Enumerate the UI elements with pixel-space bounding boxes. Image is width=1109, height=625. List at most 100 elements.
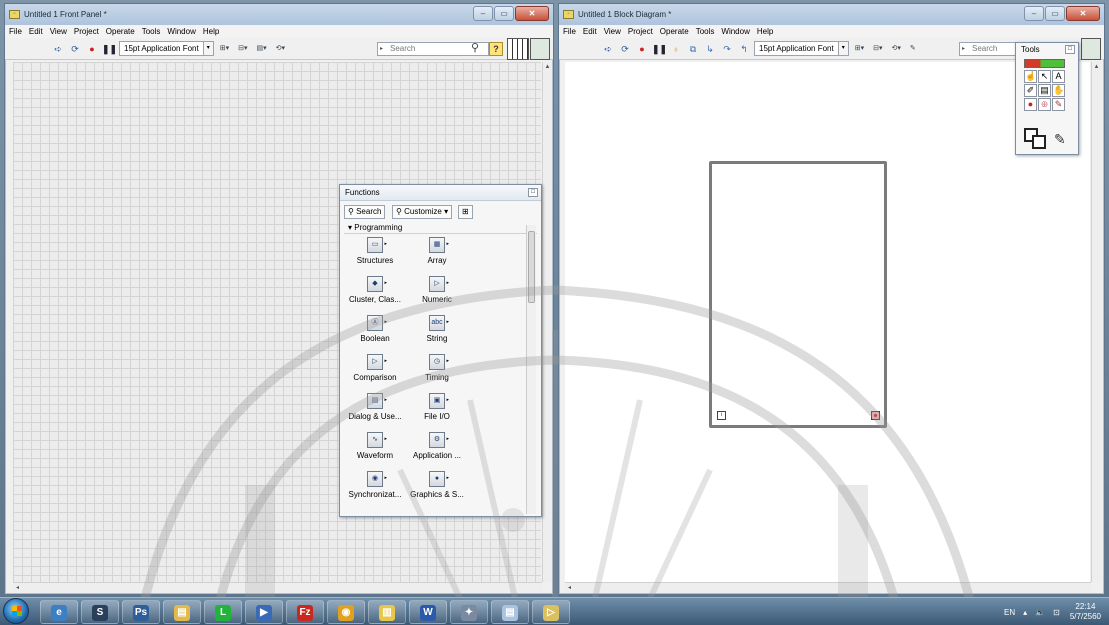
taskbar-photoshop-button[interactable]: Ps	[122, 600, 160, 624]
palette-item-string[interactable]: abc ▸ String	[408, 315, 466, 343]
palette-item-dialog[interactable]: ▤ ▸ Dialog & Use...	[346, 393, 404, 421]
reorder-icon[interactable]: ⟲▾	[273, 41, 288, 56]
connect-wire-tool-icon[interactable]: ✐	[1024, 84, 1037, 97]
menu-tools[interactable]: Tools	[142, 27, 161, 36]
highlight-execution-icon[interactable]: ♁	[669, 42, 683, 56]
start-button[interactable]	[3, 598, 29, 624]
align-objects-icon[interactable]: ⊞▾	[217, 41, 232, 56]
taskbar-tools-button[interactable]: ✦	[450, 600, 488, 624]
set-color-tool-icon[interactable]	[1024, 128, 1050, 150]
maximize-button[interactable]: ▭	[494, 6, 514, 21]
palette-item-application[interactable]: ⚙ ▸ Application ...	[408, 432, 466, 460]
language-indicator[interactable]: EN	[1004, 608, 1015, 617]
abort-icon[interactable]: ●	[85, 42, 99, 56]
automatic-tool-selection-icon[interactable]	[1024, 59, 1065, 68]
resize-objects-icon[interactable]: ▤▾	[254, 41, 270, 56]
probe-tool-icon[interactable]: ⊕	[1038, 98, 1051, 111]
align-objects-icon[interactable]: ⊞▾	[852, 41, 867, 56]
clock[interactable]: 22:14 5/7/2560	[1070, 602, 1101, 622]
maximize-button[interactable]: ▭	[1045, 6, 1065, 21]
pause-icon[interactable]: ❚❚	[652, 42, 667, 56]
step-out-icon[interactable]: ↰	[737, 42, 751, 56]
menu-window[interactable]: Window	[721, 27, 749, 36]
palette-item-numeric[interactable]: ▷ ▸ Numeric	[408, 276, 466, 304]
menu-file[interactable]: File	[9, 27, 22, 36]
palette-item-graphics[interactable]: ● ▸ Graphics & S...	[408, 471, 466, 499]
taskbar-media-button[interactable]: ▶	[245, 600, 283, 624]
network-icon[interactable]: ⊡	[1053, 608, 1060, 617]
palette-item-array[interactable]: ▦ ▸ Array	[408, 237, 466, 265]
minimize-button[interactable]: –	[473, 6, 493, 21]
functions-palette[interactable]: Functions □ ⚲ Search ⚲ Customize ▾ ⊞ ▾ P…	[339, 184, 542, 517]
taskbar-labview-button[interactable]: ▥	[368, 600, 406, 624]
retain-wire-values-icon[interactable]: ⧉	[686, 42, 700, 56]
step-over-icon[interactable]: ↷	[720, 42, 734, 56]
run-continuously-icon[interactable]: ⟳	[68, 42, 82, 56]
palette-scroll-thumb[interactable]	[528, 231, 535, 303]
scroll-window-tool-icon[interactable]: ✋	[1052, 84, 1065, 97]
functions-palette-close-icon[interactable]: □	[528, 188, 538, 197]
menu-project[interactable]: Project	[74, 27, 99, 36]
front-panel-vertical-scrollbar[interactable]: ▲	[542, 62, 552, 582]
menu-operate[interactable]: Operate	[660, 27, 689, 36]
taskbar-chrome-button[interactable]: ◉	[327, 600, 365, 624]
palette-item-cluster[interactable]: ◆ ▸ Cluster, Clas...	[346, 276, 404, 304]
while-loop[interactable]: i	[709, 161, 887, 428]
block-diagram-horizontal-scrollbar[interactable]: ◂	[565, 582, 1091, 592]
menu-view[interactable]: View	[604, 27, 621, 36]
menu-view[interactable]: View	[50, 27, 67, 36]
reorder-icon[interactable]: ⟲▾	[889, 41, 904, 56]
palette-search-button[interactable]: ⚲ Search	[344, 205, 386, 219]
menu-help[interactable]: Help	[757, 27, 773, 36]
tools-palette[interactable]: Tools □ ☝ ↖ A ✐ ▤ ✋ ● ⊕ ✎ ✎	[1015, 42, 1079, 155]
show-hidden-icons-icon[interactable]: ▴	[1023, 608, 1027, 617]
font-dropdown-arrow-icon[interactable]: ▾	[203, 41, 214, 56]
get-color-tool-icon[interactable]: ✎	[1052, 98, 1065, 111]
palette-item-boolean[interactable]: Ⓐ ▸ Boolean	[346, 315, 404, 343]
block-diagram-vertical-scrollbar[interactable]: ▲	[1091, 62, 1101, 582]
search-icon[interactable]: ⚲	[471, 41, 479, 54]
distribute-objects-icon[interactable]: ⊟▾	[235, 41, 250, 56]
taskbar-filezilla-button[interactable]: Fz	[286, 600, 324, 624]
object-shortcut-menu-tool-icon[interactable]: ▤	[1038, 84, 1051, 97]
operate-value-tool-icon[interactable]: ☝	[1024, 70, 1037, 83]
taskbar-explorer-button[interactable]: e	[40, 600, 78, 624]
menu-edit[interactable]: Edit	[583, 27, 597, 36]
font-selector[interactable]: 15pt Application Font	[754, 41, 839, 56]
palette-item-structures[interactable]: ▭ ▸ Structures	[346, 237, 404, 265]
pause-icon[interactable]: ❚❚	[102, 42, 117, 56]
menu-file[interactable]: File	[563, 27, 576, 36]
position-size-select-tool-icon[interactable]: ↖	[1038, 70, 1051, 83]
loop-condition-terminal[interactable]	[871, 411, 880, 420]
block-diagram-titlebar[interactable]: ▫ Untitled 1 Block Diagram * – ▭ ✕	[559, 4, 1104, 25]
run-arrow-icon[interactable]: ➪	[601, 42, 615, 56]
palette-category-header[interactable]: ▾ Programming	[344, 222, 537, 234]
close-button[interactable]: ✕	[515, 6, 549, 21]
menu-window[interactable]: Window	[167, 27, 195, 36]
minimize-button[interactable]: –	[1024, 6, 1044, 21]
functions-palette-header[interactable]: Functions □	[340, 185, 541, 201]
search-input[interactable]: ▸ Search	[959, 42, 1017, 56]
menu-edit[interactable]: Edit	[29, 27, 43, 36]
palette-item-file-io[interactable]: ▣ ▸ File I/O	[408, 393, 466, 421]
breakpoint-tool-icon[interactable]: ●	[1024, 98, 1037, 111]
taskbar-notepad-button[interactable]: ▤	[491, 600, 529, 624]
palette-vertical-scrollbar[interactable]	[526, 225, 536, 514]
volume-icon[interactable]: 🔈	[1035, 608, 1045, 617]
menu-tools[interactable]: Tools	[696, 27, 715, 36]
scroll-up-icon[interactable]: ▲	[1092, 62, 1101, 72]
vi-icon[interactable]	[1081, 38, 1101, 60]
run-arrow-icon[interactable]: ➪	[51, 42, 65, 56]
menu-operate[interactable]: Operate	[106, 27, 135, 36]
font-dropdown-arrow-icon[interactable]: ▾	[838, 41, 849, 56]
taskbar-steam-button[interactable]: S	[81, 600, 119, 624]
step-into-icon[interactable]: ↳	[703, 42, 717, 56]
clean-up-diagram-icon[interactable]: ✎	[907, 41, 919, 56]
palette-item-comparison[interactable]: ▷ ▸ Comparison	[346, 354, 404, 382]
taskbar-file-manager-button[interactable]: ▤	[163, 600, 201, 624]
distribute-objects-icon[interactable]: ⊟▾	[870, 41, 885, 56]
palette-item-synchronization[interactable]: ◉ ▸ Synchronizat...	[346, 471, 404, 499]
taskbar-line-button[interactable]: L	[204, 600, 242, 624]
menu-help[interactable]: Help	[203, 27, 219, 36]
palette-pin-button[interactable]: ⊞	[458, 205, 473, 219]
